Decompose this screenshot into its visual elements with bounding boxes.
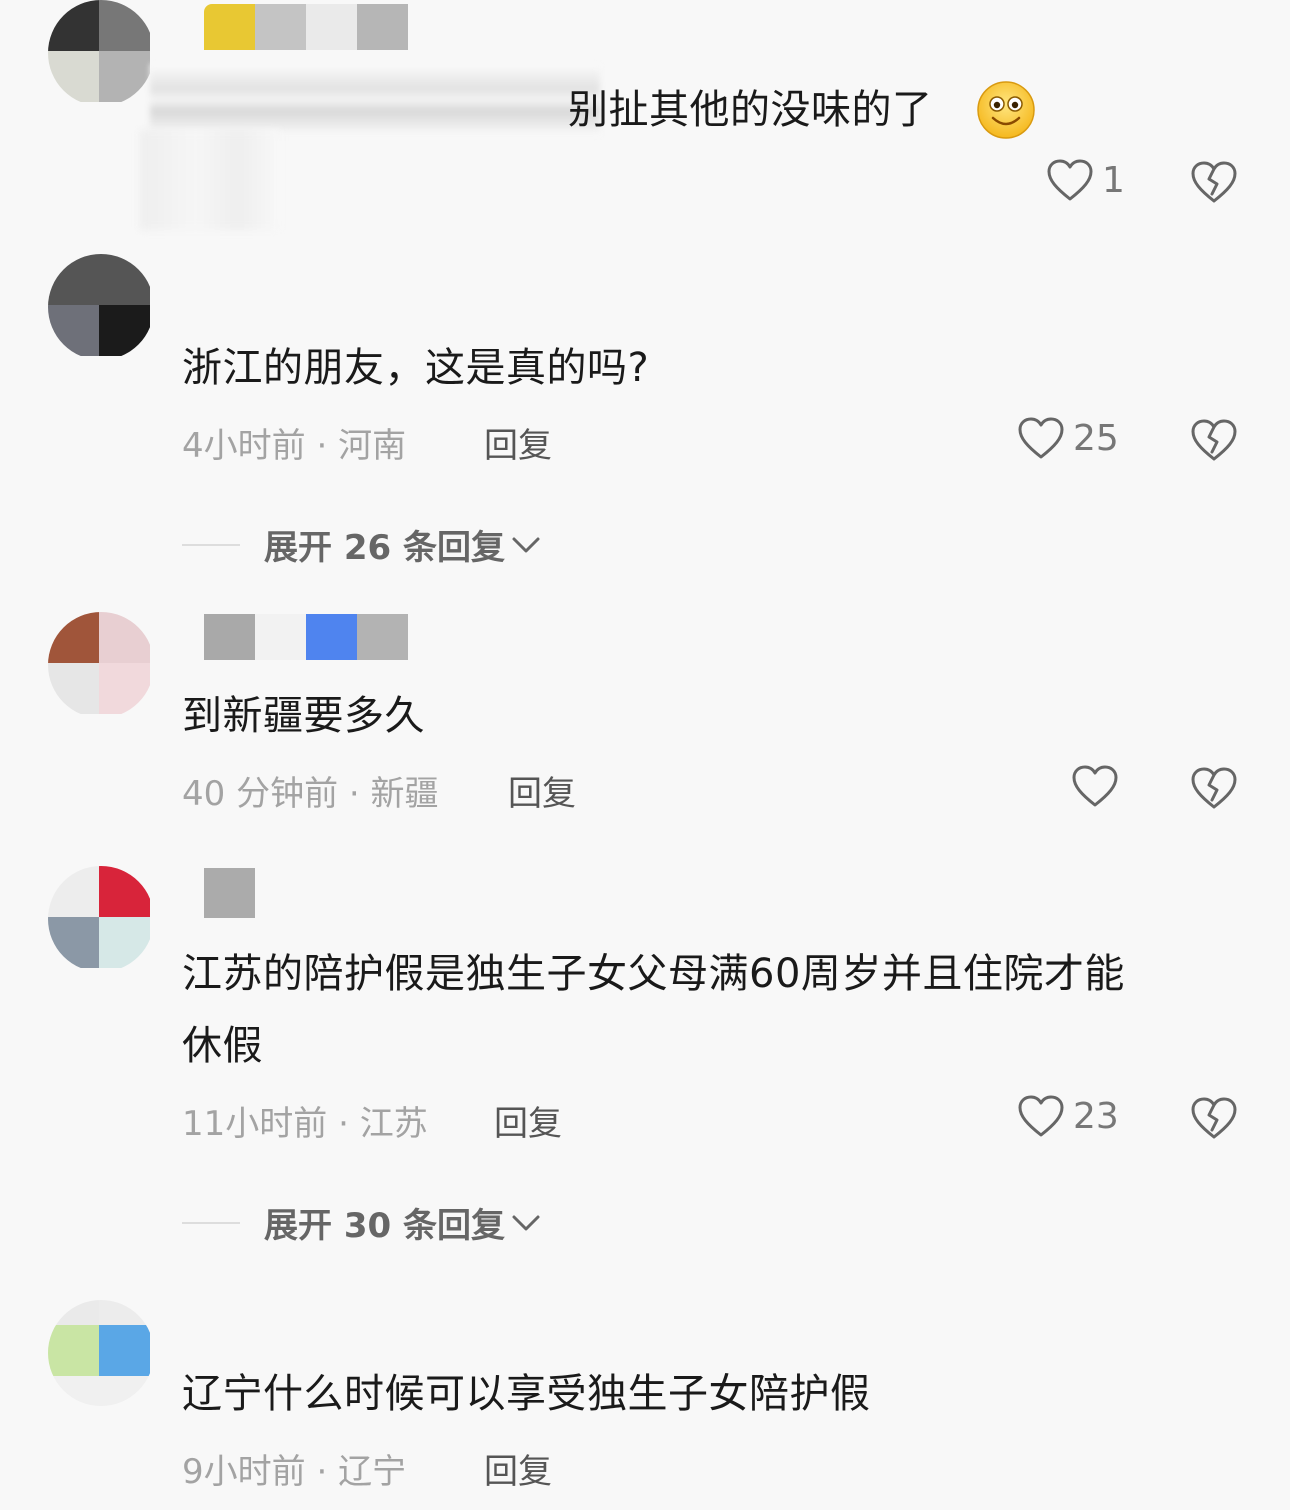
heart-outline-icon [1018,417,1064,459]
avatar[interactable] [48,612,154,718]
comment-meta: 4小时前 · 河南 [182,418,406,467]
comment-location: 江苏 [359,1104,428,1144]
expand-replies-label: 展开 30 条回复 [264,1206,505,1246]
comment-text: 到新疆要多久 [182,693,425,739]
meta-separator: · [327,1104,360,1144]
like-button[interactable]: 1 [1046,158,1125,202]
expand-replies-button[interactable]: 展开 30 条回复 [182,1198,541,1247]
comment-text: 休假 [182,1023,263,1069]
blurred-overlay [140,130,280,230]
reply-button[interactable]: 回复 [494,1096,562,1145]
blurred-text-overlay [150,64,600,136]
comment-text: 别扯其他的没味的了 [568,87,933,133]
divider [182,543,240,546]
meta-separator: · [305,1452,339,1492]
broken-heart-icon[interactable] [1190,158,1238,206]
chevron-down-icon [512,537,540,552]
reply-button[interactable]: 回复 [484,1444,552,1493]
like-button[interactable]: 25 [1017,416,1119,460]
expand-replies-label: 展开 26 条回复 [264,528,505,568]
like-button[interactable]: 23 [1017,1094,1119,1138]
chevron-down-icon [512,1215,540,1230]
heart-outline-icon [1018,1095,1064,1137]
avatar[interactable] [48,1300,154,1406]
meta-separator: · [338,774,371,814]
avatar[interactable] [48,866,154,972]
comment-time: 9小时前 [182,1452,306,1492]
username-redacted[interactable] [204,4,408,50]
comment-location: 河南 [338,426,407,466]
heart-outline-icon [1072,765,1118,807]
broken-heart-icon[interactable] [1190,1094,1238,1142]
comment-location: 新疆 [370,774,439,814]
comment-meta: 9小时前 · 辽宁 [182,1444,406,1493]
comment-time: 40 分钟前 [182,774,339,814]
comment-text: 江苏的陪护假是独生子女父母满60周岁并且住院才能 [182,951,1125,997]
like-button[interactable] [1071,764,1127,808]
divider [182,1221,240,1224]
smiley-emoji-icon [977,81,1035,139]
comment-time: 4小时前 [182,426,306,466]
heart-outline-icon [1047,159,1093,201]
reply-button[interactable]: 回复 [508,766,576,815]
reply-button[interactable]: 回复 [484,418,552,467]
avatar[interactable] [48,0,154,106]
comment-meta: 11小时前 · 江苏 [182,1096,428,1145]
meta-separator: · [305,426,339,466]
comment-meta: 40 分钟前 · 新疆 [182,766,439,815]
expand-replies-button[interactable]: 展开 26 条回复 [182,520,541,569]
comment-location: 辽宁 [338,1452,407,1492]
broken-heart-icon[interactable] [1190,416,1238,464]
like-count: 1 [1102,159,1125,201]
comment-text: 辽宁什么时候可以享受独生子女陪护假 [182,1371,871,1417]
username-redacted[interactable] [204,868,255,918]
like-count: 25 [1073,417,1119,459]
like-count: 23 [1073,1095,1119,1137]
broken-heart-icon[interactable] [1190,764,1238,812]
username-redacted[interactable] [204,614,408,660]
avatar[interactable] [48,254,154,360]
comment-text: 浙江的朋友，这是真的吗? [182,345,650,391]
comment-time: 11小时前 [182,1104,328,1144]
